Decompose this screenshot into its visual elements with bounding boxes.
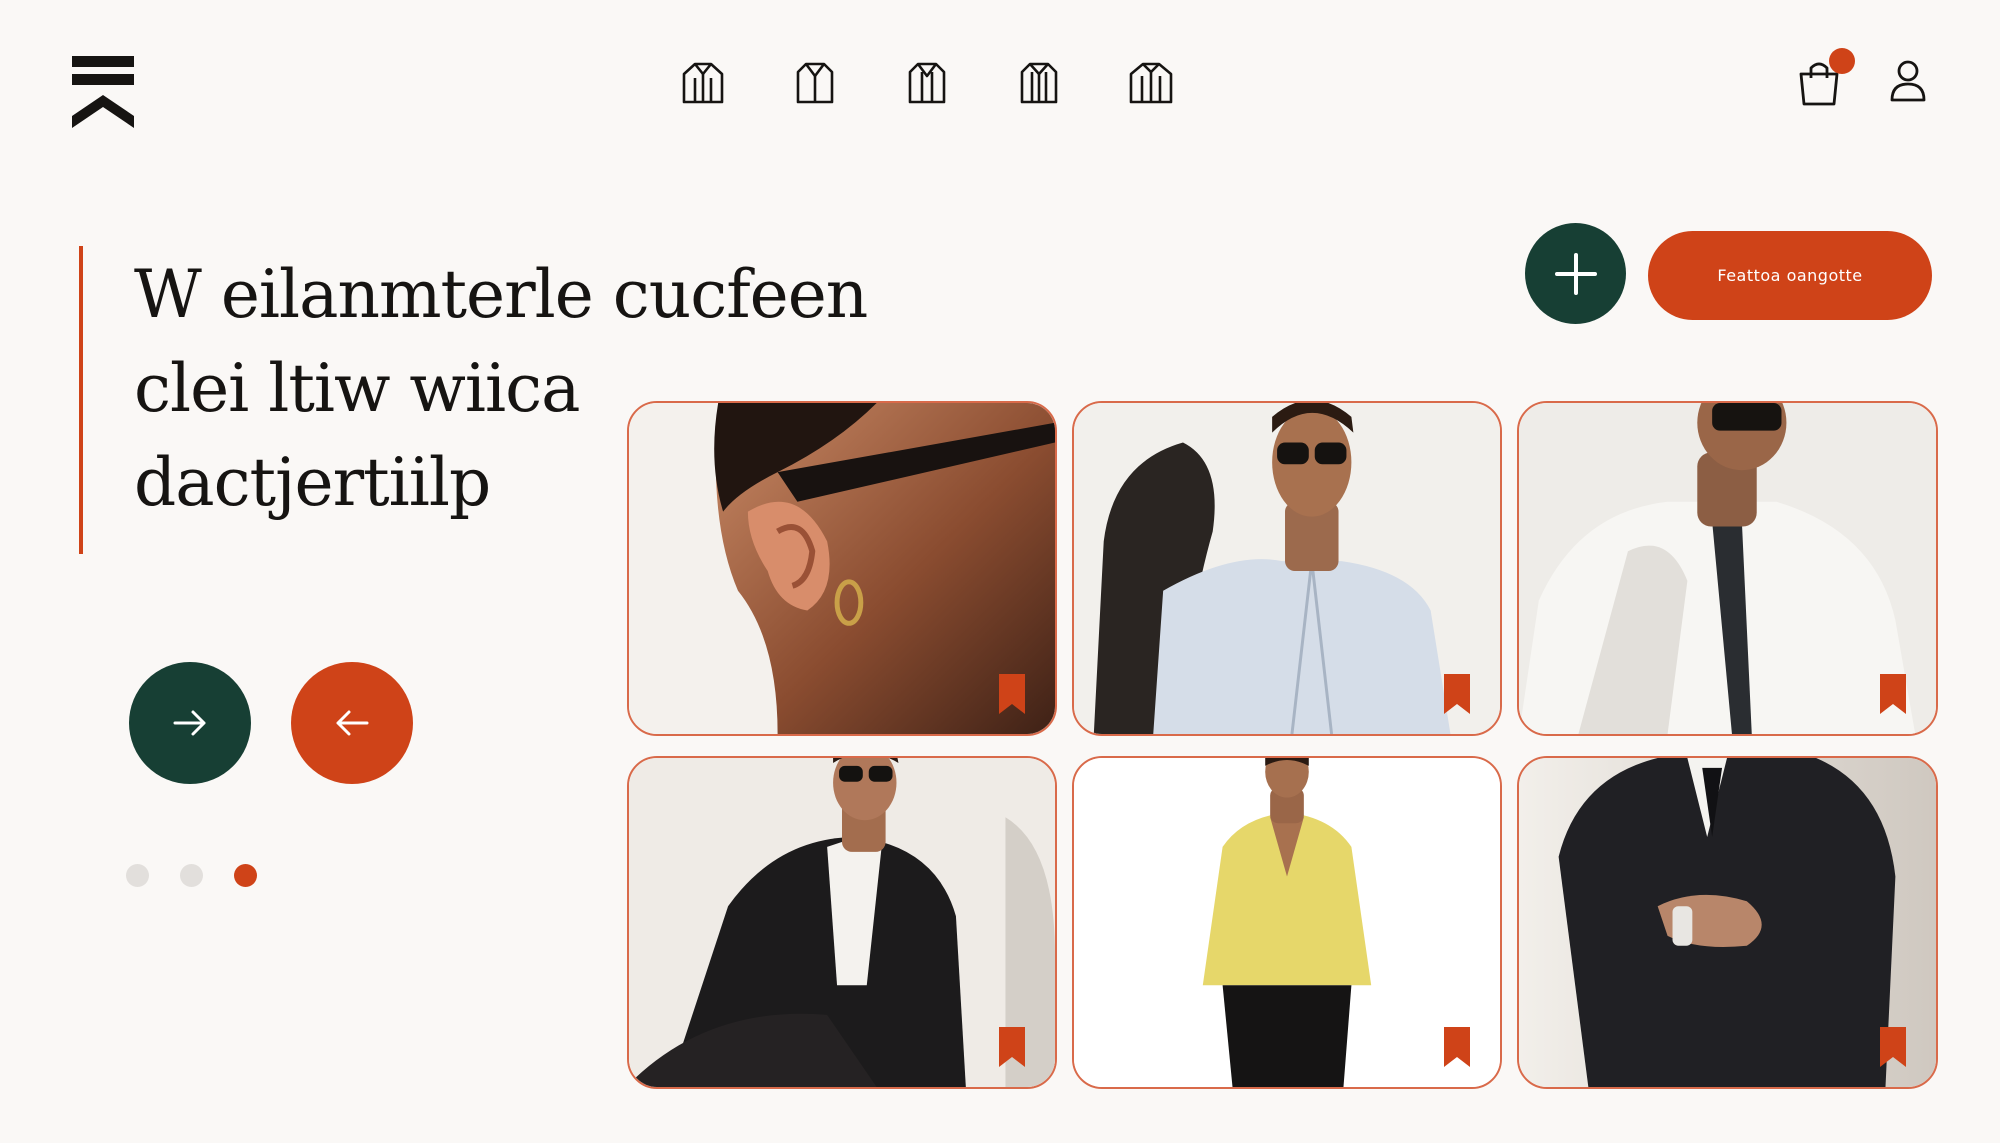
bookmark-icon[interactable] bbox=[1444, 674, 1470, 714]
add-button[interactable] bbox=[1525, 223, 1626, 324]
bookmark-icon[interactable] bbox=[1880, 1027, 1906, 1067]
nav-shirt-icon-4[interactable] bbox=[1016, 58, 1062, 108]
photo-man-in-black-suit bbox=[1519, 758, 1936, 1087]
photo-man-in-black-blazer-seated bbox=[629, 758, 1055, 1087]
previous-button[interactable] bbox=[291, 662, 413, 784]
nav-shirt-icon-3[interactable] bbox=[904, 58, 950, 108]
gallery-card-ear-earring[interactable] bbox=[627, 401, 1057, 736]
gallery-card-black-blazer[interactable] bbox=[627, 756, 1057, 1089]
user-icon[interactable] bbox=[1888, 58, 1928, 104]
carousel-pagination bbox=[126, 864, 257, 887]
product-gallery bbox=[627, 401, 1938, 1089]
bookmark-icon[interactable] bbox=[999, 1027, 1025, 1067]
next-button[interactable] bbox=[129, 662, 251, 784]
photo-man-in-white-shirt-and-tie bbox=[1519, 403, 1936, 734]
category-nav bbox=[680, 58, 1174, 108]
plus-icon bbox=[1554, 252, 1597, 295]
bookmark-icon[interactable] bbox=[1444, 1027, 1470, 1067]
arrow-left-icon bbox=[336, 710, 369, 736]
cta-button[interactable]: Feattoa oangotte bbox=[1648, 231, 1932, 320]
photo-man-in-light-blue-shirt bbox=[1074, 403, 1500, 734]
pagination-dot-2[interactable] bbox=[180, 864, 203, 887]
nav-shirt-icon-2[interactable] bbox=[792, 58, 838, 108]
pagination-dot-3[interactable] bbox=[234, 864, 257, 887]
gallery-card-yellow-blazer[interactable] bbox=[1072, 756, 1502, 1089]
arrow-right-icon bbox=[173, 710, 206, 736]
photo-ear-with-gold-hoop-earring bbox=[629, 403, 1055, 734]
cart-notification-badge bbox=[1829, 48, 1855, 74]
brand-logo-icon[interactable] bbox=[72, 56, 134, 128]
gallery-card-white-shirt-tie[interactable] bbox=[1517, 401, 1938, 736]
photo-man-in-yellow-blazer bbox=[1074, 758, 1500, 1087]
headline-line-1: W eilanmterle cucfeen bbox=[134, 256, 868, 333]
pagination-dot-1[interactable] bbox=[126, 864, 149, 887]
nav-shirt-icon-1[interactable] bbox=[680, 58, 726, 108]
gallery-card-blue-shirt[interactable] bbox=[1072, 401, 1502, 736]
bookmark-icon[interactable] bbox=[999, 674, 1025, 714]
bookmark-icon[interactable] bbox=[1880, 674, 1906, 714]
nav-shirt-icon-5[interactable] bbox=[1128, 58, 1174, 108]
headline-accent-line bbox=[79, 246, 83, 554]
gallery-card-black-suit[interactable] bbox=[1517, 756, 1938, 1089]
